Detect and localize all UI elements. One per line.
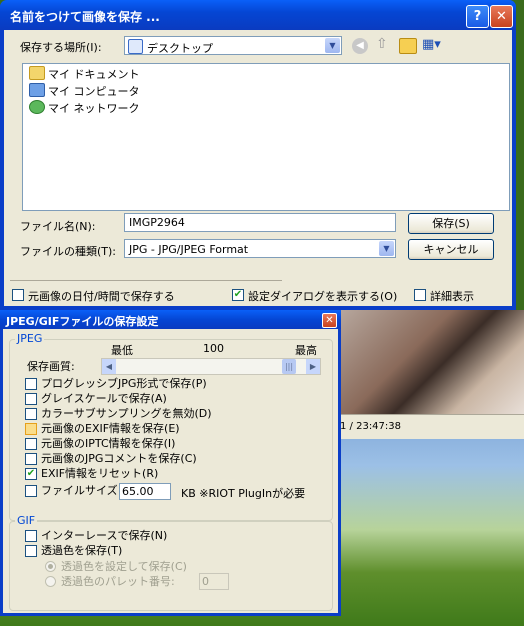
quality-value: 100 xyxy=(203,342,224,355)
filename-input[interactable] xyxy=(124,213,396,232)
palette-number-input[interactable] xyxy=(199,573,229,590)
back-icon[interactable]: ◀ xyxy=(352,38,368,54)
radio-label: 透過色のパレット番号: xyxy=(61,575,175,588)
filetype-label: ファイルの種類(T): xyxy=(20,245,117,258)
list-item[interactable]: マイ ドキュメント xyxy=(29,66,140,82)
list-item-label: マイ ドキュメント xyxy=(48,68,140,81)
close-button[interactable]: ✕ xyxy=(322,313,337,328)
option-label: 透過色を保存(T) xyxy=(41,544,123,557)
file-list[interactable]: マイ ドキュメント マイ コンピュータ マイ ネットワーク xyxy=(22,63,510,211)
jpeg-dialog-body: JPEG 最低 100 最高 保存画質: ◀ ||| ▶ プログレッシブJPG形… xyxy=(3,329,338,613)
radio-label: 透過色を設定して保存(C) xyxy=(61,560,187,573)
option-label: 元画像のEXIF情報を保存(E) xyxy=(41,422,180,435)
option-label: カラーサブサンプリングを無効(D) xyxy=(41,407,212,420)
save-image-dialog: 名前をつけて画像を保存 ... ? ✕ 保存する場所(I): デスクトップ ▼ … xyxy=(0,0,516,310)
view-menu-icon[interactable]: ▦▾ xyxy=(422,37,444,53)
close-button[interactable]: ✕ xyxy=(490,5,513,28)
cancel-button[interactable]: キャンセル xyxy=(408,239,494,260)
chevron-down-icon[interactable]: ▼ xyxy=(325,38,340,53)
desktop-icon xyxy=(128,39,143,54)
keep-datetime-checkbox[interactable] xyxy=(12,289,24,301)
jpeg-dialog-titlebar[interactable]: JPEG/GIFファイルの保存設定 ✕ xyxy=(0,310,341,329)
filetype-combo[interactable]: JPG - JPG/JPEG Format ▼ xyxy=(124,239,396,258)
details-label: 詳細表示 xyxy=(430,290,474,303)
option-label: 元画像のIPTC情報を保存(I) xyxy=(41,437,176,450)
option-checkbox[interactable] xyxy=(25,545,37,557)
quality-high-label: 最高 xyxy=(295,344,317,357)
jpeg-settings-dialog: JPEG/GIFファイルの保存設定 ✕ JPEG 最低 100 最高 保存画質:… xyxy=(0,310,341,616)
chevron-right-icon[interactable]: ▶ xyxy=(306,359,320,374)
quality-slider[interactable]: ◀ ||| ▶ xyxy=(101,358,321,375)
quality-low-label: 最低 xyxy=(111,344,133,357)
filesize-input[interactable] xyxy=(119,483,171,500)
filename-label: ファイル名(N): xyxy=(20,220,96,233)
list-item-label: マイ コンピュータ xyxy=(48,85,140,98)
filesize-note: KB ※RIOT PlugInが必要 xyxy=(181,487,306,500)
quality-label: 保存画質: xyxy=(27,360,75,373)
save-dialog-titlebar[interactable]: 名前をつけて画像を保存 ... ? ✕ xyxy=(0,0,516,30)
option-checkbox[interactable] xyxy=(25,408,37,420)
save-dialog-title: 名前をつけて画像を保存 ... xyxy=(10,10,160,24)
chevron-down-icon[interactable]: ▼ xyxy=(379,241,394,256)
option-checkbox[interactable]: ✔ xyxy=(25,468,37,480)
jpeg-group-label: JPEG xyxy=(15,332,45,345)
chevron-left-icon[interactable]: ◀ xyxy=(102,359,116,374)
option-checkbox[interactable] xyxy=(25,530,37,542)
option-checkbox[interactable] xyxy=(25,393,37,405)
list-item[interactable]: マイ ネットワーク xyxy=(29,100,140,116)
details-checkbox[interactable] xyxy=(414,289,426,301)
radio-button[interactable] xyxy=(45,576,56,587)
list-item-label: マイ ネットワーク xyxy=(48,102,140,115)
save-button[interactable]: 保存(S) xyxy=(408,213,494,234)
option-checkbox[interactable] xyxy=(25,438,37,450)
option-checkbox[interactable] xyxy=(25,453,37,465)
location-combo[interactable]: デスクトップ ▼ xyxy=(124,36,342,55)
gif-group-label: GIF xyxy=(15,514,38,527)
option-label: インターレースで保存(N) xyxy=(41,529,168,542)
jpeg-dialog-title: JPEG/GIFファイルの保存設定 xyxy=(6,315,159,328)
save-dialog-body: 保存する場所(I): デスクトップ ▼ ◀ ⇧ ▦▾ マイ ドキュメント マイ … xyxy=(4,30,512,306)
new-folder-icon[interactable] xyxy=(399,38,417,54)
option-checkbox[interactable] xyxy=(25,423,37,435)
divider xyxy=(10,280,282,281)
radio-button[interactable] xyxy=(45,561,56,572)
option-label: プログレッシブJPG形式で保存(P) xyxy=(41,377,207,390)
location-label: 保存する場所(I): xyxy=(20,41,102,54)
keep-datetime-label: 元画像の日付/時間で保存する xyxy=(28,290,175,303)
up-folder-icon[interactable]: ⇧ xyxy=(376,36,392,54)
option-checkbox[interactable] xyxy=(25,485,37,497)
show-settings-checkbox[interactable]: ✔ xyxy=(232,289,244,301)
filesize-label: ファイルサイズ xyxy=(41,484,118,497)
option-checkbox[interactable] xyxy=(25,378,37,390)
documents-folder-icon xyxy=(29,66,45,80)
network-icon xyxy=(29,100,45,114)
help-button[interactable]: ? xyxy=(466,5,489,28)
option-label: 元画像のJPGコメントを保存(C) xyxy=(41,452,197,465)
quality-slider-thumb[interactable]: ||| xyxy=(282,359,296,374)
viewer-status-text: 1 / 23:47:38 xyxy=(340,421,402,432)
location-value: デスクトップ xyxy=(147,42,213,55)
viewer-status-bar: 1 / 23:47:38 xyxy=(336,414,524,439)
show-settings-label: 設定ダイアログを表示する(O) xyxy=(248,290,398,303)
computer-icon xyxy=(29,83,45,97)
option-label: EXIF情報をリセット(R) xyxy=(41,467,159,480)
viewer-photo xyxy=(336,310,524,414)
list-item[interactable]: マイ コンピュータ xyxy=(29,83,140,99)
option-label: グレイスケールで保存(A) xyxy=(41,392,167,405)
filetype-value: JPG - JPG/JPEG Format xyxy=(129,243,249,256)
